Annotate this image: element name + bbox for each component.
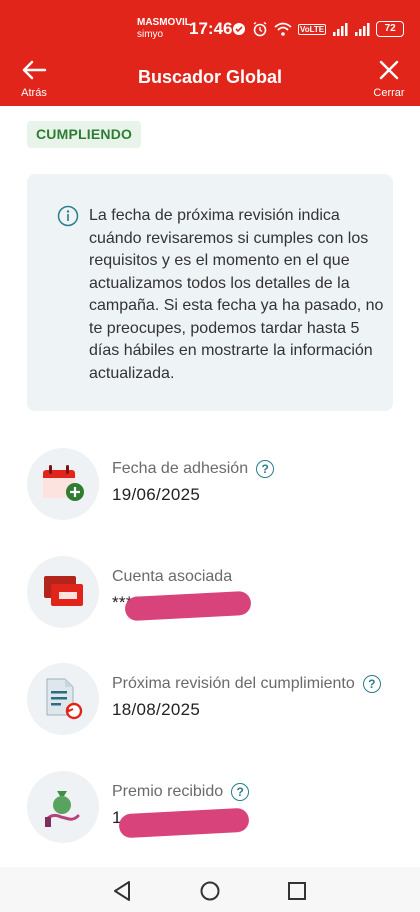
document-refresh-icon — [46, 678, 83, 720]
status-bar: MASMOVIL simyo 17:46 VoLTE 72 — [0, 0, 420, 50]
help-icon[interactable]: ? — [256, 460, 275, 478]
close-label: Cerrar — [373, 87, 405, 99]
info-box: La fecha de próxima revisión indica cuán… — [27, 174, 393, 411]
redaction-mark — [124, 590, 252, 622]
carrier-name: MASMOVIL — [137, 17, 191, 28]
adhesion-label: Fecha de adhesión — [112, 460, 249, 477]
system-nav-bar — [0, 867, 420, 912]
battery-indicator: 72 — [376, 21, 405, 37]
adhesion-date: 19/06/2025 — [112, 485, 201, 504]
close-button[interactable]: Cerrar — [368, 60, 410, 104]
nav-recents-icon[interactable] — [282, 877, 312, 905]
row-icon-circle — [27, 663, 99, 735]
detail-row-premio: Premio recibido ? 1 — [27, 771, 407, 846]
carrier-sub: simyo — [137, 29, 164, 40]
close-icon — [379, 60, 399, 80]
revision-date: 18/08/2025 — [112, 700, 201, 719]
signal-icon — [333, 23, 348, 36]
signal-icon-2 — [355, 23, 370, 36]
page-title: Buscador Global — [137, 67, 283, 87]
status-time: 17:46 — [189, 19, 233, 38]
premio-label: Premio recibido — [112, 783, 224, 800]
volte-icon: VoLTE — [298, 23, 327, 35]
cards-icon — [44, 576, 83, 606]
info-icon — [57, 205, 79, 227]
nav-home-icon[interactable] — [195, 877, 225, 905]
row-icon-circle — [27, 771, 99, 843]
row-label: Próxima revisión del cumplimiento ? — [112, 675, 381, 693]
alarm-icon — [253, 21, 267, 37]
notification-icon — [233, 23, 245, 35]
money-bag-hand-icon — [45, 791, 80, 827]
app-header: MASMOVIL simyo 17:46 VoLTE 72 Atrás Busc… — [0, 0, 420, 106]
back-label: Atrás — [21, 87, 47, 99]
status-icons: VoLTE 72 — [232, 20, 405, 38]
detail-row-revision: Próxima revisión del cumplimiento ? 18/0… — [27, 663, 407, 738]
row-icon-circle — [27, 448, 99, 520]
status-badge: CUMPLIENDO — [27, 121, 142, 148]
detail-row-adhesion: Fecha de adhesión ? 19/06/2025 — [27, 448, 407, 523]
nav-back-icon[interactable] — [108, 877, 138, 905]
wifi-icon — [274, 22, 292, 36]
calendar-add-icon — [43, 465, 84, 501]
row-label: Cuenta asociada — [112, 568, 232, 586]
info-text: La fecha de próxima revisión indica cuán… — [89, 207, 384, 382]
cuenta-label: Cuenta asociada — [112, 568, 233, 585]
revision-label: Próxima revisión del cumplimiento — [112, 675, 355, 692]
carrier-info: MASMOVIL simyo — [137, 17, 191, 41]
help-icon[interactable]: ? — [231, 783, 250, 801]
row-icon-circle — [27, 556, 99, 628]
row-label: Premio recibido ? — [112, 783, 250, 801]
redaction-mark — [118, 807, 250, 839]
help-icon[interactable]: ? — [362, 675, 381, 693]
detail-row-cuenta: Cuenta asociada **** — [27, 556, 407, 631]
row-label: Fecha de adhesión ? — [112, 460, 275, 478]
